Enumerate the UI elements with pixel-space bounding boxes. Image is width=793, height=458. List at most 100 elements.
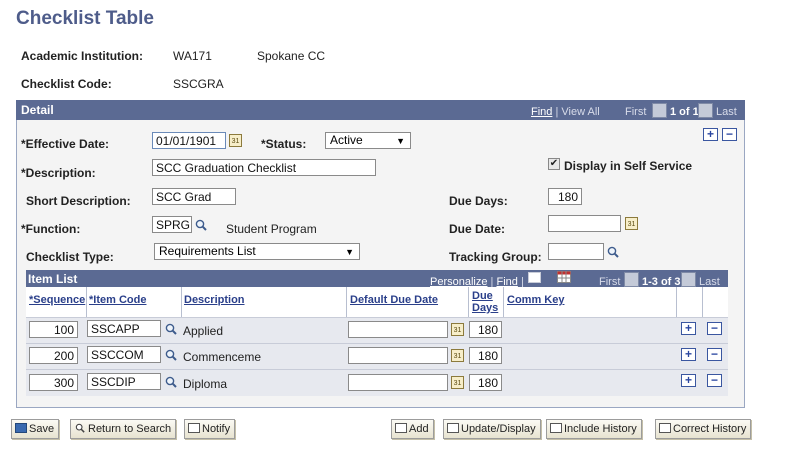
checklist-type-label: Checklist Type:	[26, 250, 114, 264]
column-divider	[503, 287, 504, 317]
description-input[interactable]: SCC Graduation Checklist	[152, 159, 376, 176]
col-comm-key[interactable]: Comm Key	[507, 294, 564, 306]
due-date-label: Due Date:	[449, 222, 506, 236]
magnifier-icon[interactable]	[165, 376, 177, 388]
col-sequence[interactable]: *Sequence	[29, 294, 85, 306]
due-date-input[interactable]	[548, 215, 621, 232]
item-list-title: Item List	[28, 272, 78, 286]
plus-icon[interactable]: +	[681, 348, 696, 361]
add-button[interactable]: Add	[391, 419, 434, 439]
institution-name: Spokane CC	[257, 49, 326, 63]
status-label: *Status:	[261, 137, 307, 151]
due-days-input[interactable]: 180	[469, 347, 502, 364]
minus-icon[interactable]: −	[707, 322, 722, 335]
column-divider	[86, 287, 87, 317]
sequence-input[interactable]: 200	[29, 347, 78, 364]
default-due-date-input[interactable]	[348, 321, 448, 338]
magnifier-icon[interactable]	[165, 349, 177, 361]
due-days-input[interactable]: 180	[469, 374, 502, 391]
col-due-days-line1[interactable]: Due	[472, 290, 493, 302]
minus-icon[interactable]: −	[707, 348, 722, 361]
next-arrow-icon[interactable]	[681, 272, 696, 287]
col-due-days-line2[interactable]: Days	[472, 302, 498, 314]
calendar-icon[interactable]: 31	[451, 349, 464, 362]
correct-history-label: Correct History	[673, 423, 747, 435]
view-all-icon[interactable]	[528, 272, 541, 283]
due-days-label: Due Days:	[449, 194, 508, 208]
plus-icon[interactable]: +	[681, 322, 696, 335]
previous-arrow-icon[interactable]	[624, 272, 639, 287]
status-select[interactable]: Active ▼	[325, 132, 411, 149]
plus-icon[interactable]: +	[681, 374, 696, 387]
effective-date-input[interactable]: 01/01/1901	[152, 132, 226, 149]
description-label: *Description:	[21, 166, 96, 180]
minus-icon[interactable]: −	[722, 128, 737, 141]
detail-view-all[interactable]: View All	[561, 106, 599, 118]
column-divider	[181, 287, 182, 317]
checklist-code: SSCGRA	[173, 77, 224, 91]
calendar-icon[interactable]: 31	[229, 134, 242, 147]
default-due-date-input[interactable]	[348, 374, 448, 391]
plus-icon[interactable]: +	[703, 128, 718, 141]
edit-icon	[659, 423, 671, 433]
notify-button[interactable]: Notify	[184, 419, 236, 439]
magnifier-icon[interactable]	[195, 219, 207, 231]
minus-icon[interactable]: −	[707, 374, 722, 387]
previous-arrow-icon[interactable]	[652, 103, 667, 118]
checklist-type-value: Requirements List	[159, 244, 256, 258]
history-icon	[550, 423, 562, 433]
next-arrow-icon[interactable]	[698, 103, 713, 118]
item-description: Diploma	[183, 377, 228, 391]
self-service-label: Display in Self Service	[564, 159, 693, 173]
column-divider	[468, 287, 469, 317]
item-list-header-bar	[26, 270, 728, 287]
status-value: Active	[330, 133, 363, 147]
calendar-icon[interactable]: 31	[625, 217, 638, 230]
notify-label: Notify	[202, 423, 231, 435]
correct-history-button[interactable]: Correct History	[655, 419, 752, 439]
return-to-search-button[interactable]: Return to Search	[70, 419, 177, 439]
spreadsheet-icon[interactable]	[557, 271, 571, 283]
magnifier-icon[interactable]	[607, 246, 619, 258]
item-description: Commenceme	[183, 350, 262, 364]
function-input[interactable]: SPRG	[152, 216, 192, 233]
magnifier-icon[interactable]	[165, 323, 177, 335]
default-due-date-input[interactable]	[348, 347, 448, 364]
sequence-input[interactable]: 300	[29, 374, 78, 391]
item-code-input[interactable]: SSCDIP	[87, 373, 161, 390]
detail-find-link[interactable]: Find	[531, 106, 552, 118]
item-code-input[interactable]: SSCCOM	[87, 346, 161, 363]
col-description[interactable]: Description	[184, 294, 245, 306]
function-description: Student Program	[226, 222, 317, 236]
calendar-icon[interactable]: 31	[451, 323, 464, 336]
update-display-button[interactable]: Update/Display	[443, 419, 541, 439]
checklist-type-select[interactable]: Requirements List ▼	[154, 243, 360, 260]
detail-title: Detail	[21, 103, 54, 117]
include-history-button[interactable]: Include History	[546, 419, 642, 439]
tracking-group-input[interactable]	[548, 243, 604, 260]
effective-date-label: *Effective Date:	[21, 137, 110, 151]
due-days-input[interactable]: 180	[469, 321, 502, 338]
chevron-down-icon: ▼	[396, 136, 405, 146]
calendar-icon[interactable]: 31	[451, 376, 464, 389]
sequence-input[interactable]: 100	[29, 321, 78, 338]
checkmark-icon[interactable]: ✔	[548, 158, 560, 170]
detail-count: 1 of 1	[670, 106, 699, 118]
detail-first-label: First	[625, 106, 647, 118]
column-divider	[702, 287, 703, 317]
item-description: Applied	[183, 324, 224, 338]
institution-code: WA171	[173, 49, 212, 63]
due-days-input[interactable]: 180	[548, 188, 582, 205]
save-label: Save	[29, 423, 55, 435]
item-code-input[interactable]: SSCAPP	[87, 320, 161, 337]
envelope-icon	[188, 423, 200, 433]
document-icon	[447, 423, 459, 433]
short-description-label: Short Description:	[26, 194, 131, 208]
function-label: *Function:	[21, 222, 81, 236]
update-display-label: Update/Display	[461, 423, 536, 435]
col-default-due-date[interactable]: Default Due Date	[350, 294, 438, 306]
short-description-input[interactable]: SCC Grad	[152, 188, 236, 205]
detail-nav: Find | View All	[531, 106, 600, 118]
save-button[interactable]: Save	[11, 419, 60, 439]
col-item-code[interactable]: *Item Code	[89, 294, 146, 306]
